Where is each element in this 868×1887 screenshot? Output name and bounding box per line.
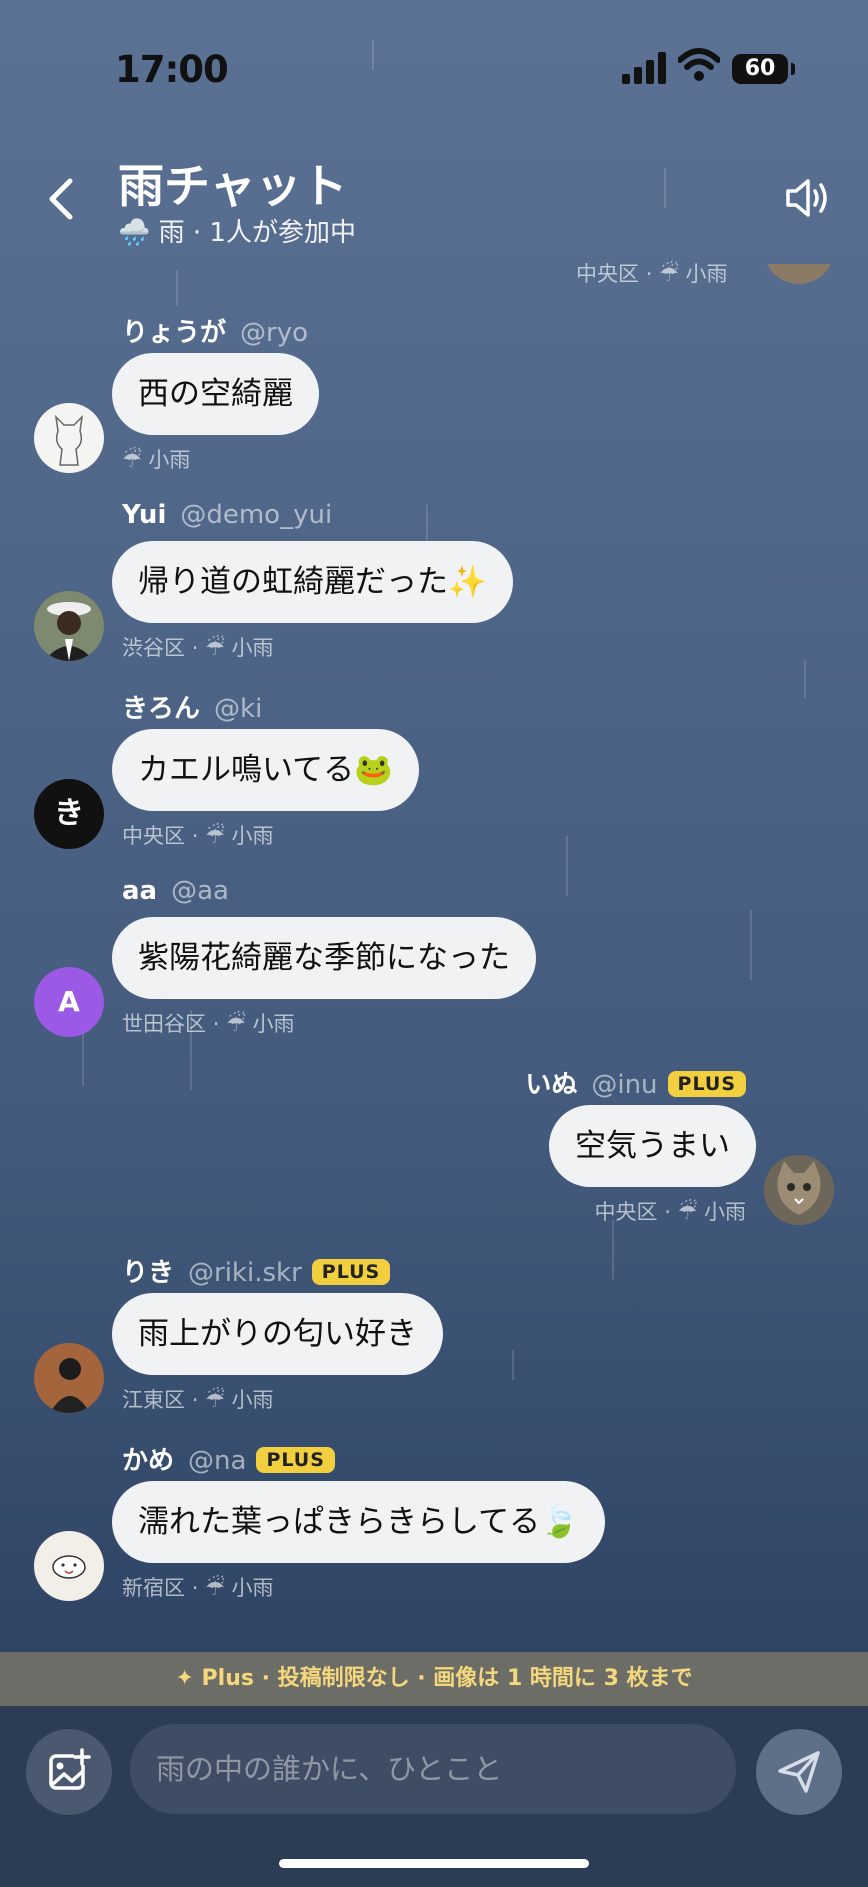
- message-meta: 中央区 · ☔ 小雨: [122, 824, 274, 849]
- message-input[interactable]: 雨の中の誰かに、ひとこと: [130, 1724, 736, 1814]
- plus-badge: PLUS: [667, 1071, 746, 1097]
- person-photo-icon: [34, 591, 104, 661]
- umbrella-icon: ☔: [205, 824, 225, 849]
- send-icon: [778, 1751, 820, 1793]
- message-bubble: 濡れた葉っぱきらきらしてる🍃: [112, 1481, 605, 1563]
- message-bubble: 紫陽花綺麗な季節になった: [112, 917, 536, 999]
- back-chevron-icon[interactable]: [42, 175, 82, 223]
- avatar[interactable]: [764, 1155, 834, 1225]
- add-image-button[interactable]: [26, 1729, 112, 1815]
- message-bubble: 空気うまい: [549, 1105, 756, 1187]
- message-author: aa @aa: [122, 876, 229, 906]
- doodle-face-icon: [52, 1555, 86, 1579]
- cat-doodle-icon: [54, 414, 84, 466]
- message-meta: 中央区 · ☔ 小雨: [594, 1200, 746, 1225]
- battery-tip: [791, 63, 795, 75]
- message-meta: 江東区 · ☔ 小雨: [122, 1388, 274, 1413]
- add-image-icon: [49, 1748, 91, 1790]
- wifi-icon: [678, 48, 720, 81]
- avatar[interactable]: [34, 1531, 104, 1601]
- avatar[interactable]: A: [34, 967, 104, 1037]
- cat-photo-icon: [764, 1155, 834, 1225]
- plus-banner[interactable]: ✦ Plus · 投稿制限なし · 画像は 1 時間に 3 枚まで: [0, 1652, 868, 1706]
- avatar[interactable]: [34, 1343, 104, 1413]
- message-author: かめ @na PLUS: [122, 1440, 335, 1477]
- message-meta: 新宿区 · ☔ 小雨: [122, 1576, 274, 1601]
- plus-badge: PLUS: [311, 1259, 391, 1285]
- page-subtitle: 🌧️ 雨 · 1人が参加中: [118, 212, 356, 249]
- umbrella-icon: ☔: [122, 448, 142, 473]
- umbrella-icon: ☔: [677, 1200, 698, 1225]
- message-bubble: カエル鳴いてる🐸: [112, 729, 419, 811]
- status-time: 17:00: [115, 48, 229, 91]
- avatar[interactable]: き: [34, 779, 104, 849]
- signal-icon: [622, 52, 666, 84]
- umbrella-icon: ☔: [205, 1388, 225, 1413]
- umbrella-icon: ☔: [226, 1012, 246, 1037]
- avatar[interactable]: [34, 591, 104, 661]
- send-button[interactable]: [756, 1729, 842, 1815]
- home-indicator: [279, 1859, 589, 1868]
- person-photo-icon: [34, 1343, 104, 1413]
- plus-badge: PLUS: [256, 1447, 335, 1473]
- status-bar: 17:00 60: [0, 0, 868, 140]
- message-bubble: 雨上がりの匂い好き: [112, 1293, 443, 1375]
- page-title: 雨チャット: [118, 159, 348, 213]
- battery-indicator: 60: [732, 54, 788, 84]
- message-meta: 中央区 · ☔ 小雨: [576, 262, 728, 287]
- speaker-icon[interactable]: [784, 176, 834, 220]
- umbrella-icon: ☔: [205, 1576, 225, 1601]
- message-author: きろん @ki: [122, 694, 263, 724]
- message-bubble: 西の空綺麗: [112, 353, 319, 435]
- message-meta: 渋谷区 · ☔ 小雨: [122, 636, 274, 661]
- message-author: りき @riki.skr PLUS: [122, 1252, 391, 1289]
- avatar[interactable]: [764, 264, 834, 284]
- avatar[interactable]: [34, 403, 104, 473]
- message-meta: ☔ 小雨: [122, 448, 191, 473]
- subtitle-text: 雨 · 1人が参加中: [158, 218, 356, 248]
- message-bubble: 帰り道の虹綺麗だった✨: [112, 541, 513, 623]
- message-author: いぬ @inu PLUS: [525, 1064, 746, 1101]
- message-meta: 世田谷区 · ☔ 小雨: [122, 1012, 295, 1037]
- umbrella-icon: ☔: [659, 262, 679, 287]
- message-author: Yui @demo_yui: [122, 500, 333, 530]
- umbrella-icon: ☔: [205, 636, 225, 661]
- message-author: りょうが @ryo: [122, 318, 308, 348]
- rain-cloud-icon: 🌧️: [118, 218, 151, 248]
